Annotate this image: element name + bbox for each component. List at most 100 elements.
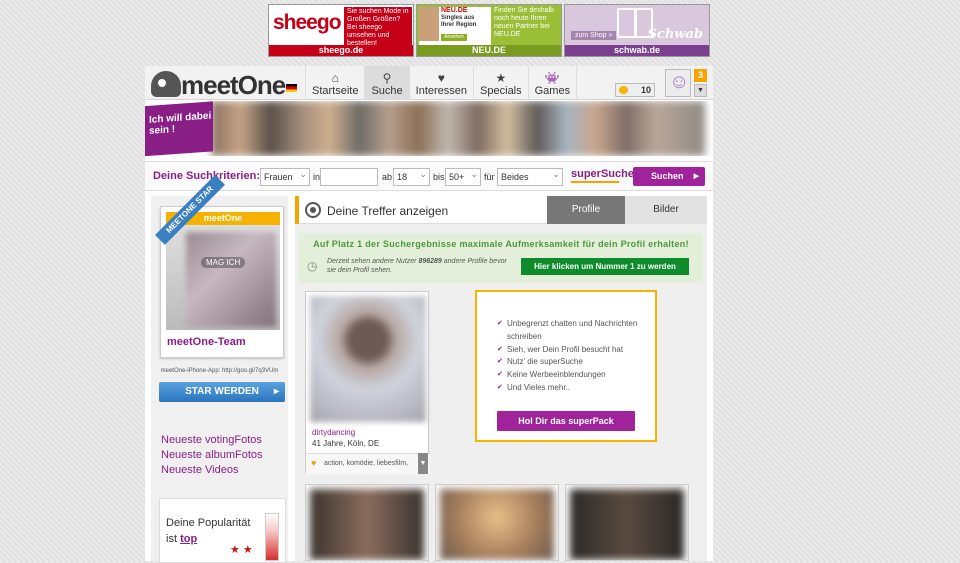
ad-sheego-footer[interactable]: sheego.de — [269, 45, 413, 56]
superpack-button[interactable]: Hol Dir das superPack — [497, 411, 635, 431]
header: meetOne ⌂ Startseite ⚲ Suche ♥ Interesse… — [145, 66, 713, 100]
game-icon: 👾 — [544, 71, 560, 85]
bis-label: bis — [433, 172, 445, 182]
purpose-select[interactable]: Beides — [497, 166, 563, 186]
user-menu-arrow[interactable]: ▼ — [694, 84, 707, 97]
profile-dropdown-button[interactable]: ▼ — [418, 453, 428, 474]
profile-name[interactable]: dirtydancing — [312, 428, 355, 437]
ad-neu-left-text: Singles aus Ihrer Region — [441, 15, 477, 28]
profile-card[interactable]: dirtydancing 41 Jahre, Köln, DE action, … — [305, 291, 430, 474]
member-photo-strip[interactable] — [211, 101, 705, 156]
popularity-prefix: Deine Popularität — [166, 517, 251, 529]
profile-thumb[interactable] — [435, 484, 559, 561]
age-from-select[interactable]: 18 — [393, 166, 430, 186]
heart-icon: ♥ — [437, 71, 445, 85]
nav-startseite[interactable]: ⌂ Startseite — [305, 66, 364, 100]
ad-sheego[interactable]: sheego Sie suchen Mode in Großen Größen?… — [268, 4, 414, 57]
profile-photo[interactable] — [310, 296, 426, 422]
benefit-item: Sieh, wer Dein Profil besucht hat — [497, 344, 655, 357]
nav-suche[interactable]: ⚲ Suche — [364, 66, 409, 100]
nav-label: Suche — [371, 85, 403, 97]
ad-banner-row: sheego Sie suchen Mode in Großen Größen?… — [268, 4, 710, 57]
benefit-list: Unbegrenzt chatten und Nachrichten schre… — [497, 318, 655, 395]
left-sidebar: meetOne MAG ICH MEETONE STAR meetOne-Tea… — [151, 174, 288, 563]
main-nav: ⌂ Startseite ⚲ Suche ♥ Interessen ★ Spec… — [305, 66, 578, 100]
star-werden-button[interactable]: STAR WERDEN — [159, 382, 285, 402]
ad-neu-footer[interactable]: NEU.DE — [417, 45, 561, 56]
ad-schwab[interactable]: zum Shop » Schwab schwab.de — [564, 4, 710, 57]
logo[interactable]: meetOne — [151, 68, 301, 100]
tab-bilder[interactable]: Bilder — [625, 196, 707, 224]
nav-label: Games — [534, 85, 571, 97]
fuer-label: für — [484, 172, 495, 182]
link-voting-fotos[interactable]: Neueste votingFotos — [161, 433, 263, 448]
blurred-photo — [440, 489, 554, 560]
promo-sub-before: Derzeit sehen andere Nutzer — [327, 258, 417, 265]
search-button[interactable]: Suchen — [633, 167, 705, 186]
nav-games[interactable]: 👾 Games — [527, 66, 578, 100]
in-label: in — [313, 172, 321, 182]
results-area: Deine Treffer anzeigen Profile Bilder Au… — [295, 196, 707, 561]
ad-neu-text: Finden Sie deshalb noch heute Ihren neue… — [494, 7, 554, 38]
notification-badge[interactable]: 3 — [694, 69, 707, 82]
team-name[interactable]: meetOne-Team — [167, 336, 246, 348]
become-number-one-button[interactable]: Hier klicken um Nummer 1 zu werden — [521, 258, 689, 275]
nav-label: Specials — [480, 85, 522, 97]
benefit-item: Unbegrenzt chatten und Nachrichten schre… — [497, 318, 655, 344]
supersuche-underline — [571, 181, 619, 183]
blurred-photo — [186, 232, 276, 327]
results-title: Deine Treffer anzeigen — [327, 204, 449, 218]
home-icon: ⌂ — [331, 71, 339, 85]
ad-neu-cta[interactable]: Ansehen — [441, 34, 467, 41]
profile-thumb[interactable] — [305, 484, 429, 561]
popularity-card[interactable]: Deine Popularität ist top ★ ★ — [159, 498, 286, 563]
like-overlay: MAG ICH — [201, 257, 246, 268]
ad-neu-photo — [419, 7, 439, 41]
benefit-item: Keine Werbeeinblendungen — [497, 369, 655, 382]
neu-logo: NEU.DE — [441, 7, 468, 14]
star-icon: ★ — [495, 71, 507, 85]
phone-preview: meetOne MAG ICH — [166, 212, 280, 330]
supersuche-label: superSuche — [571, 168, 634, 180]
clock-icon: ◷ — [307, 259, 318, 273]
benefit-item: Nutz' die superSuche — [497, 356, 655, 369]
blurred-photo — [570, 489, 684, 560]
ad-schwab-shop[interactable]: zum Shop » — [571, 31, 617, 40]
star-card[interactable]: meetOne MAG ICH MEETONE STAR meetOne-Tea… — [155, 174, 284, 358]
ad-schwab-footer[interactable]: schwab.de — [565, 45, 709, 56]
member-banner: Ich will dabei sein ! — [145, 101, 713, 156]
schwab-logo: Schwab — [647, 27, 703, 42]
popularity-ist: ist — [166, 533, 177, 545]
coin-icon — [619, 86, 628, 94]
nav-interessen[interactable]: ♥ Interessen — [408, 66, 473, 100]
search-bar: Deine Suchkriterien: Frauen in ab 18 bis… — [145, 161, 713, 191]
location-input[interactable] — [320, 168, 378, 186]
chameleon-logo-icon — [151, 71, 181, 97]
user-avatar[interactable] — [665, 69, 691, 97]
sheego-logo: sheego — [273, 11, 342, 34]
ab-label: ab — [382, 172, 393, 182]
join-banner-button[interactable]: Ich will dabei sein ! — [145, 101, 213, 156]
promo-number: 896289 — [418, 258, 442, 265]
german-flag-icon[interactable] — [286, 84, 297, 92]
tab-profile[interactable]: Profile — [547, 196, 625, 224]
link-album-fotos[interactable]: Neueste albumFotos — [161, 448, 263, 463]
popularity-value[interactable]: top — [180, 533, 197, 545]
accent-bar — [295, 196, 299, 224]
nav-label: Interessen — [415, 85, 468, 97]
heart-icon: ♥ — [311, 458, 317, 468]
iphone-app-link[interactable]: meetOne-iPhone-App: http://goo.gl/7q3VUm — [151, 368, 288, 374]
gender-select[interactable]: Frauen — [260, 166, 310, 186]
age-to-select[interactable]: 50+ — [445, 166, 481, 186]
coin-count: 10 — [640, 85, 651, 95]
coin-counter[interactable]: 10 — [615, 83, 655, 97]
newest-links: Neueste votingFotos Neueste albumFotos N… — [161, 433, 263, 478]
superpack-upsell: Unbegrenzt chatten und Nachrichten schre… — [475, 290, 657, 442]
link-videos[interactable]: Neueste Videos — [161, 463, 263, 478]
promo-headline: Auf Platz 1 der Suchergebnisse maximale … — [313, 239, 689, 249]
ad-neu[interactable]: NEU.DE Singles aus Ihrer Region Ansehen … — [416, 4, 562, 57]
top-placement-promo: Auf Platz 1 der Suchergebnisse maximale … — [299, 233, 703, 283]
supersuche-link[interactable]: superSuche — [571, 168, 634, 183]
profile-thumb[interactable] — [565, 484, 689, 561]
nav-specials[interactable]: ★ Specials — [473, 66, 528, 100]
